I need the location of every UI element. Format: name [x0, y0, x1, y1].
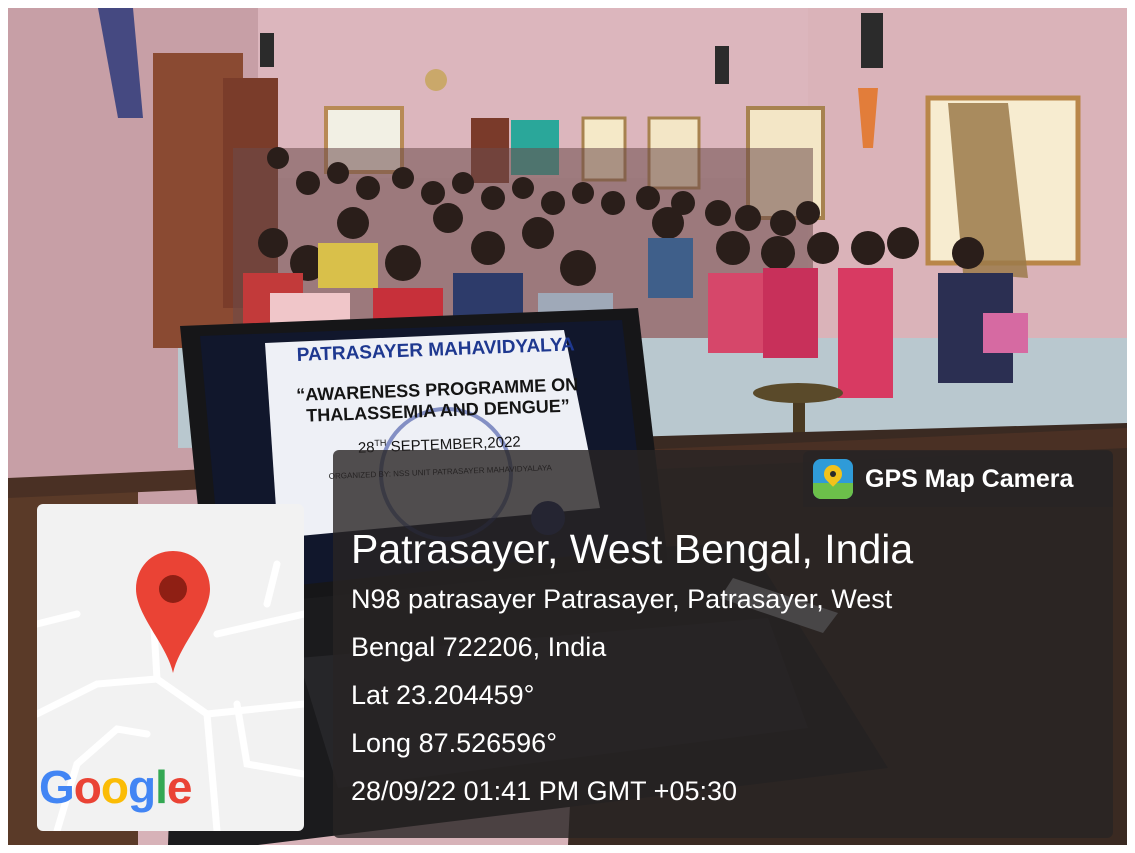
- slide-title: PATRASAYER MAHAVIDYALYA: [296, 334, 575, 366]
- map-pin-icon: [136, 551, 210, 673]
- place-name: Patrasayer, West Bengal, India: [351, 526, 914, 572]
- google-logo-letter: l: [155, 761, 168, 813]
- slide-date-sup: TH: [374, 437, 387, 449]
- location-details: Patrasayer, West Bengal, India N98 patra…: [351, 523, 913, 815]
- gps-map-camera-badge: GPS Map Camera: [803, 451, 1113, 507]
- address-line-2: Bengal 722206, India: [351, 632, 607, 662]
- google-logo-letter: g: [128, 761, 156, 813]
- date-time: 28/09/22 01:41 PM GMT +05:30: [351, 776, 738, 806]
- google-logo: Google: [39, 760, 193, 814]
- longitude: Long 87.526596°: [351, 728, 557, 758]
- address-line-1: N98 patrasayer Patrasayer, Patrasayer, W…: [351, 584, 893, 614]
- google-logo-letter: G: [39, 761, 75, 813]
- latitude: Lat 23.204459°: [351, 680, 535, 710]
- google-logo-letter: o: [73, 761, 102, 813]
- map-thumbnail: Google: [37, 504, 304, 831]
- google-logo-letter: e: [166, 761, 193, 813]
- gps-map-camera-app-icon: [813, 459, 853, 499]
- gps-map-camera-label: GPS Map Camera: [865, 464, 1074, 493]
- photo-frame: PATRASAYER MAHAVIDYALYA “AWARENESS PROGR…: [8, 8, 1127, 845]
- google-logo-letter: o: [100, 761, 129, 813]
